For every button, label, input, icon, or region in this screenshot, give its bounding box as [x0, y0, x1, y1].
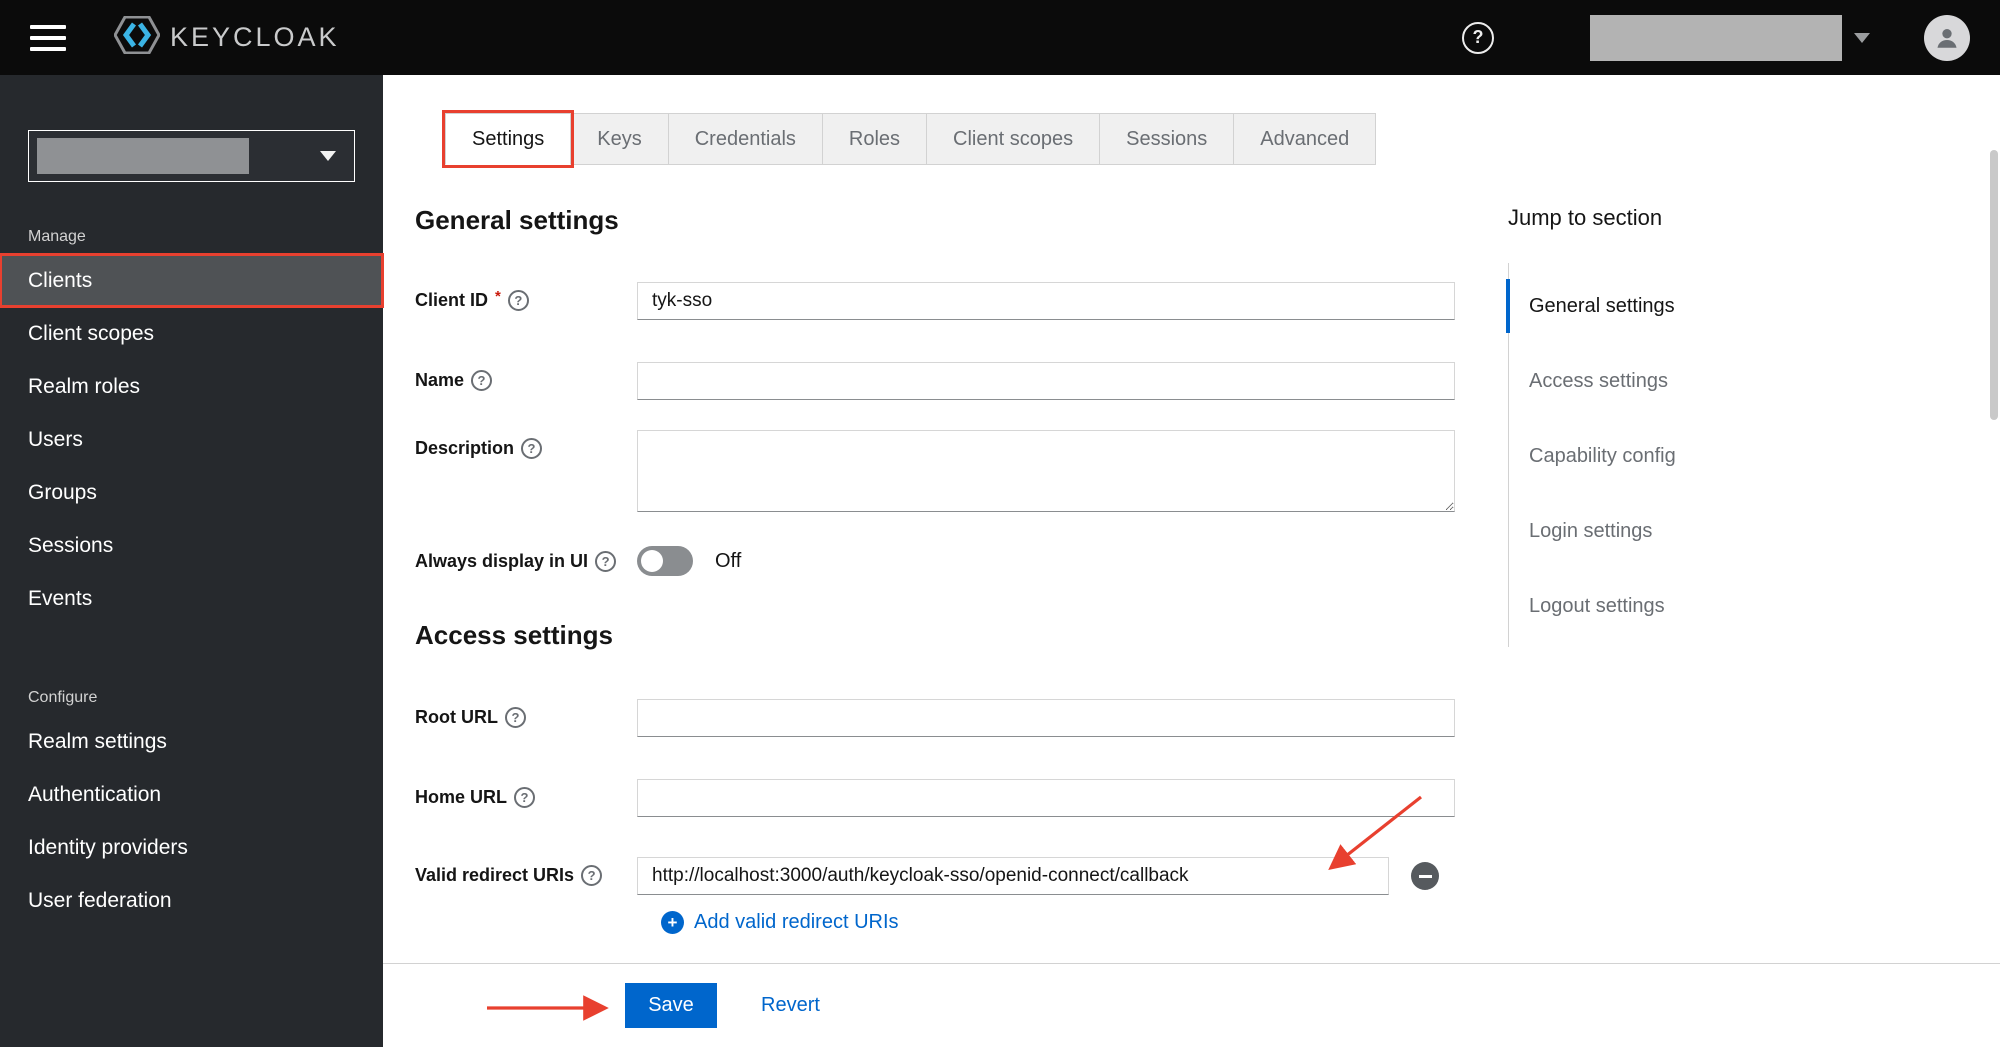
root-url-help-icon[interactable]: ? — [504, 707, 526, 728]
always-display-label: Always display in UI — [415, 550, 589, 571]
name-label-col: Name ? — [415, 362, 637, 391]
sidebar-item-users[interactable]: Users — [0, 413, 383, 466]
root-url-label: Root URL — [415, 707, 498, 727]
valid-redirect-label: Valid redirect URIs — [415, 865, 575, 885]
root-url-row: Root URL ? — [415, 699, 1495, 737]
sidebar-item-events[interactable]: Events — [0, 572, 383, 625]
sidebar-item-client-scopes[interactable]: Client scopes — [0, 307, 383, 360]
toggle-state-label: Off — [715, 549, 742, 572]
tab-keys[interactable]: Keys — [570, 113, 669, 165]
user-menu-redacted[interactable] — [1590, 14, 1842, 61]
sidebar-item-identity-providers[interactable]: Identity providers — [0, 821, 383, 874]
sidebar-item-realm-roles[interactable]: Realm roles — [0, 360, 383, 413]
masthead: KEYCLOAK ? — [0, 0, 2000, 75]
valid-redirect-input[interactable] — [637, 857, 1389, 895]
minus-icon — [1418, 874, 1432, 878]
description-row: Description ? — [415, 430, 1495, 512]
sidebar-section-configure: Configure — [28, 689, 98, 706]
sidebar-item-sessions[interactable]: Sessions — [0, 519, 383, 572]
name-row: Name ? — [415, 362, 1495, 400]
always-display-toggle[interactable] — [637, 546, 693, 576]
jump-link-access-settings[interactable]: Access settings — [1509, 354, 1828, 408]
client-id-input[interactable] — [637, 282, 1455, 320]
description-label: Description — [415, 438, 515, 458]
always-display-help-icon[interactable]: ? — [595, 550, 617, 572]
hamburger-menu-icon[interactable] — [30, 24, 66, 51]
jump-to-section-panel: Jump to section General settings Access … — [1506, 205, 1828, 647]
keycloak-brand[interactable]: KEYCLOAK — [113, 15, 340, 59]
plus-icon: + — [661, 911, 684, 934]
home-url-label-col: Home URL ? — [415, 779, 637, 808]
vertical-scrollbar[interactable] — [1990, 150, 1998, 420]
general-settings-heading: General settings — [415, 205, 619, 235]
sidebar: Manage Clients Client scopes Realm roles… — [0, 75, 384, 1047]
keycloak-admin-console: KEYCLOAK ? Manage Clients Client scopes … — [0, 0, 2000, 1047]
root-url-input[interactable] — [637, 699, 1455, 737]
sidebar-section-manage: Manage — [28, 228, 86, 245]
jump-link-logout-settings[interactable]: Logout settings — [1509, 579, 1828, 633]
name-help-icon[interactable]: ? — [471, 370, 493, 391]
home-url-help-icon[interactable]: ? — [514, 787, 536, 808]
valid-redirect-help-icon[interactable]: ? — [581, 865, 603, 886]
remove-redirect-button[interactable] — [1411, 862, 1439, 890]
jump-list: General settings Access settings Capabil… — [1506, 263, 1828, 647]
save-button[interactable]: Save — [625, 983, 717, 1028]
tab-sessions[interactable]: Sessions — [1099, 113, 1235, 165]
description-label-col: Description ? — [415, 430, 637, 459]
jump-link-capability-config[interactable]: Capability config — [1509, 429, 1828, 483]
name-label: Name — [415, 370, 465, 390]
client-id-help-icon[interactable]: ? — [507, 290, 529, 311]
jump-link-general-settings[interactable]: General settings — [1506, 279, 1828, 333]
masthead-right: ? — [1462, 14, 1970, 61]
root-url-label-col: Root URL ? — [415, 699, 637, 728]
sidebar-item-clients[interactable]: Clients — [0, 253, 384, 308]
user-icon — [1937, 28, 1957, 48]
description-help-icon[interactable]: ? — [521, 438, 543, 459]
settings-form: General settings Client ID * ? Name ? D — [415, 205, 1495, 934]
toggle-knob — [641, 550, 663, 572]
client-tabs: Settings Keys Credentials Roles Client s… — [441, 110, 2000, 168]
client-id-label: Client ID — [415, 290, 489, 310]
valid-redirect-row: Valid redirect URIs ? — [415, 857, 1495, 895]
brand-text: KEYCLOAK — [170, 22, 340, 52]
keycloak-logo-icon — [113, 15, 161, 59]
sidebar-item-authentication[interactable]: Authentication — [0, 768, 383, 821]
required-asterisk: * — [495, 288, 501, 305]
tab-roles[interactable]: Roles — [821, 113, 928, 165]
name-input[interactable] — [637, 362, 1455, 400]
add-redirect-link[interactable]: + Add valid redirect URIs — [661, 911, 899, 934]
jump-link-login-settings[interactable]: Login settings — [1509, 504, 1828, 558]
main-content: Settings Keys Credentials Roles Client s… — [383, 75, 2000, 1047]
form-action-bar: Save Revert — [383, 963, 2000, 1047]
tab-advanced[interactable]: Advanced — [1233, 113, 1377, 165]
client-id-row: Client ID * ? — [415, 282, 1495, 320]
home-url-input[interactable] — [637, 779, 1455, 817]
home-url-label: Home URL — [415, 787, 508, 807]
sidebar-configure-list: Realm settings Authentication Identity p… — [0, 715, 383, 927]
always-display-row: Always display in UI ? Off — [415, 546, 1495, 576]
jump-title: Jump to section — [1508, 205, 1663, 230]
sidebar-item-groups[interactable]: Groups — [0, 466, 383, 519]
valid-redirect-label-col: Valid redirect URIs ? — [415, 857, 637, 886]
description-input[interactable] — [637, 430, 1455, 512]
realm-caret-icon — [320, 151, 336, 161]
sidebar-item-realm-settings[interactable]: Realm settings — [0, 715, 383, 768]
home-url-row: Home URL ? — [415, 779, 1495, 817]
tab-client-scopes[interactable]: Client scopes — [926, 113, 1101, 165]
revert-link[interactable]: Revert — [761, 994, 820, 1017]
realm-selector[interactable] — [28, 130, 355, 182]
access-settings-heading: Access settings — [415, 620, 613, 650]
user-menu-caret-icon[interactable] — [1854, 32, 1870, 43]
avatar[interactable] — [1924, 14, 1970, 61]
tab-credentials[interactable]: Credentials — [667, 113, 823, 165]
client-id-label-col: Client ID * ? — [415, 282, 637, 311]
tab-settings[interactable]: Settings — [441, 110, 575, 168]
realm-name-redacted — [37, 138, 249, 174]
add-redirect-label: Add valid redirect URIs — [694, 911, 899, 933]
always-display-label-col: Always display in UI ? — [415, 550, 637, 572]
help-icon[interactable]: ? — [1462, 21, 1494, 54]
sidebar-manage-list: Clients Client scopes Realm roles Users … — [0, 253, 384, 625]
sidebar-item-user-federation[interactable]: User federation — [0, 874, 383, 927]
